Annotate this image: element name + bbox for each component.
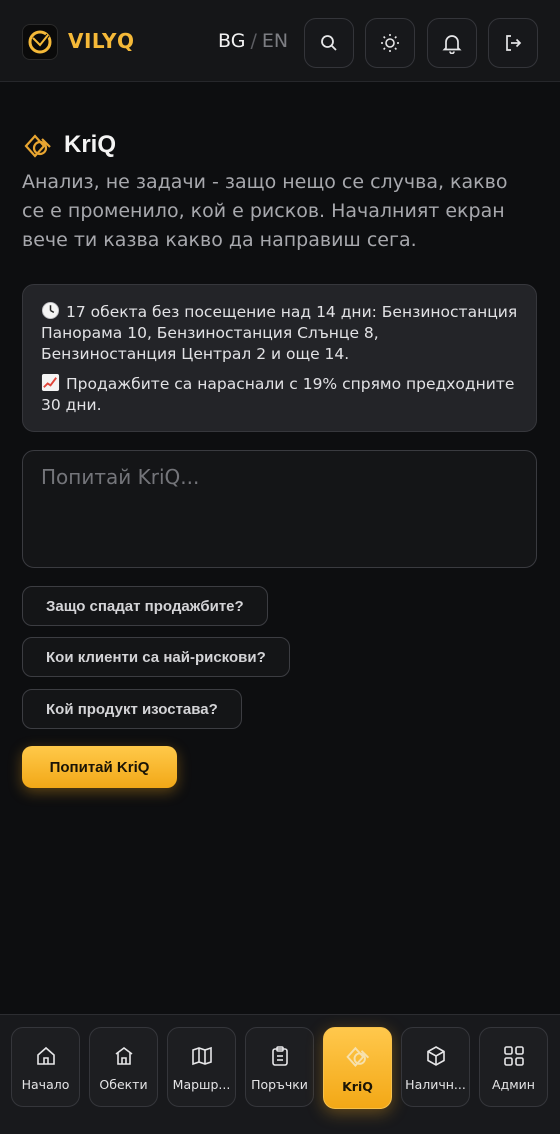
app-logo[interactable] [22,24,58,60]
sun-icon [381,34,399,52]
vilyq-logo-icon [28,30,52,54]
suggestion-chip[interactable]: Кой продукт изостава? [22,689,242,729]
suggestion-chip[interactable]: Защо спадат продажбите? [22,586,268,626]
logout-icon [506,35,522,51]
page-description: Анализ, не задачи - защо нещо се случва,… [22,171,508,251]
ask-kriq-placeholder: Попитай KriQ... [41,465,200,489]
nav-label: Маршр... [172,1077,231,1092]
ask-kriq-input[interactable]: Попитай KriQ... [22,450,537,568]
nav-label: Поръчки [251,1077,308,1092]
language-separator: / [250,30,257,52]
language-switcher: BG / EN [218,30,288,52]
nav-item-kriq[interactable]: KriQ [323,1027,392,1109]
nav-label: Начало [21,1077,70,1092]
theme-toggle-button[interactable] [365,18,415,68]
brand-name: VILYQ [68,29,135,53]
language-bg[interactable]: BG [218,30,245,52]
nav-label: Обекти [99,1077,148,1092]
ask-kriq-button[interactable]: Попитай KriQ [22,746,177,788]
nav-item-objects[interactable]: Обекти [89,1027,158,1107]
search-button[interactable] [304,18,354,68]
nav-label: Админ [492,1077,535,1092]
chart-increasing-icon [41,373,60,392]
building-icon [115,1047,132,1065]
top-bar: VILYQ BG / EN [0,0,560,82]
nav-item-home[interactable]: Начало [11,1027,80,1107]
nav-item-routes[interactable]: Маршр... [167,1027,236,1107]
insights-card: 17 обекта без посещение над 14 дни: Бенз… [22,284,537,432]
grid-icon [503,1046,524,1066]
nav-item-orders[interactable]: Поръчки [245,1027,314,1107]
home-icon [36,1046,55,1065]
bottom-navigation: Начало Обекти Маршр... Поръчки KriQ Нали… [0,1014,560,1134]
page-title: KriQ [64,131,117,158]
nav-label: Наличн... [405,1077,466,1092]
insight-item: Продажбите са нараснали с 19% спрямо пре… [41,373,518,416]
language-en[interactable]: EN [262,30,288,52]
clipboard-icon [271,1046,288,1066]
kriq-logo-icon [345,1046,369,1067]
suggestion-chip[interactable]: Кои клиенти са най-рискови? [22,637,290,677]
insight-text: Продажбите са нараснали с 19% спрямо пре… [41,375,515,414]
notifications-button[interactable] [427,18,477,68]
logout-button[interactable] [488,18,538,68]
nav-item-stock[interactable]: Наличн... [401,1027,470,1107]
kriq-heading: KriQ [22,130,116,160]
clock-icon [41,301,60,320]
bell-icon [442,35,462,54]
insight-text: 17 обекта без посещение над 14 дни: Бенз… [41,303,518,363]
nav-item-admin[interactable]: Админ [479,1027,548,1107]
search-icon [321,35,337,51]
box-icon [426,1046,445,1066]
kriq-logo-icon [24,134,51,158]
nav-label: KriQ [342,1079,373,1094]
insight-item: 17 обекта без посещение над 14 дни: Бенз… [41,301,518,365]
map-icon [191,1046,212,1066]
